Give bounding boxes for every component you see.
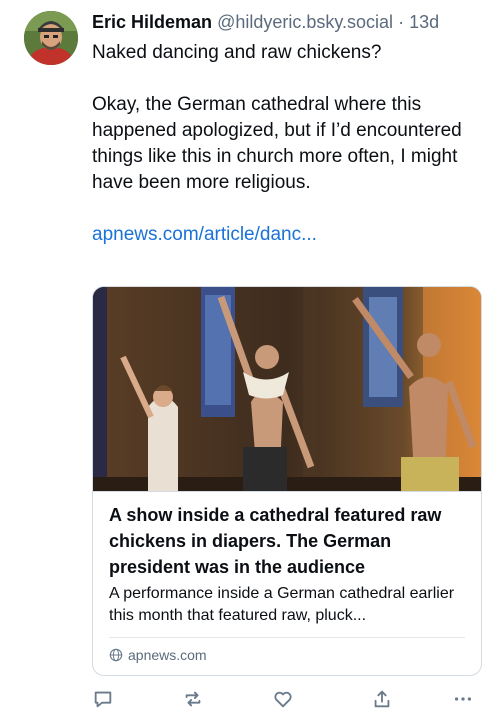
share-icon: [374, 690, 390, 708]
like-button[interactable]: [272, 688, 296, 712]
repost-button[interactable]: [182, 688, 206, 712]
link-card-divider: [93, 491, 481, 492]
link-card[interactable]: A show inside a cathedral featured raw c…: [92, 286, 482, 676]
link-card-description: A performance inside a German cathedral …: [109, 585, 455, 624]
post-text: Naked dancing and raw chickens? Okay, th…: [92, 40, 487, 248]
link-card-title: A show inside a cathedral featured raw c…: [109, 505, 442, 577]
post-text-line1: Naked dancing and raw chickens?: [92, 42, 382, 63]
share-button[interactable]: [371, 688, 395, 712]
post-actions: [92, 688, 480, 712]
post-link[interactable]: apnews.com/article/danc...: [92, 224, 317, 245]
more-icon: [454, 697, 472, 701]
avatar[interactable]: [24, 11, 78, 65]
globe-icon: [109, 648, 123, 662]
link-card-domain-text: apnews.com: [128, 647, 207, 663]
author-display-name[interactable]: Eric Hildeman: [92, 12, 212, 32]
avatar-image: [24, 11, 78, 65]
post-timestamp[interactable]: 13d: [409, 12, 439, 32]
reply-icon: [94, 691, 112, 708]
post-text-line2: Okay, the German cathedral where this ha…: [92, 94, 462, 193]
header-separator: ·: [398, 12, 405, 32]
link-card-image: [93, 287, 481, 491]
link-card-domain: apnews.com: [109, 645, 207, 665]
repost-icon: [185, 691, 201, 707]
author-handle[interactable]: @hildyeric.bsky.social: [217, 12, 393, 32]
post: Eric Hildeman @hildyeric.bsky.social · 1…: [0, 0, 500, 716]
like-icon: [274, 691, 292, 708]
reply-button[interactable]: [92, 688, 116, 712]
post-header: Eric Hildeman @hildyeric.bsky.social · 1…: [92, 10, 492, 34]
more-options-button[interactable]: [452, 688, 476, 712]
link-card-separator: [109, 637, 465, 638]
